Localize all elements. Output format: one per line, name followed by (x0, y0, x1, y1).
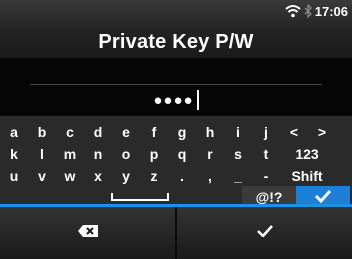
key-l[interactable]: l (28, 143, 56, 165)
key-y[interactable]: y (112, 165, 140, 187)
backspace-button[interactable] (0, 207, 175, 259)
key-u[interactable]: u (0, 165, 28, 187)
key-t[interactable]: t (252, 143, 280, 165)
key-g[interactable]: g (168, 121, 196, 143)
key-period[interactable]: . (168, 165, 196, 187)
field-divider (30, 84, 322, 85)
key-r[interactable]: r (196, 143, 224, 165)
key-q[interactable]: q (168, 143, 196, 165)
key-j[interactable]: j (252, 121, 280, 143)
key-n[interactable]: n (84, 143, 112, 165)
checkmark-icon (314, 189, 332, 206)
bluetooth-icon (304, 4, 312, 18)
key-comma[interactable]: , (196, 165, 224, 187)
key-z[interactable]: z (140, 165, 168, 187)
key-w[interactable]: w (56, 165, 84, 187)
backspace-icon (77, 224, 99, 243)
space-bar-icon (111, 189, 169, 205)
key-o[interactable]: o (112, 143, 140, 165)
shift-key[interactable]: Shift (280, 165, 334, 187)
confirm-button[interactable] (177, 207, 352, 259)
key-m[interactable]: m (56, 143, 84, 165)
status-bar: 17:06 (285, 2, 348, 20)
key-s[interactable]: s (224, 143, 252, 165)
header: 17:06 Private Key P/W (0, 0, 352, 58)
key-e[interactable]: e (112, 121, 140, 143)
key-k[interactable]: k (0, 143, 28, 165)
password-value: ●●●● (153, 91, 194, 109)
key-hyphen[interactable]: - (252, 165, 280, 187)
key-v[interactable]: v (28, 165, 56, 187)
text-caret (196, 90, 199, 110)
password-field[interactable]: ●●●● (0, 58, 352, 115)
key-d[interactable]: d (84, 121, 112, 143)
key-i[interactable]: i (224, 121, 252, 143)
key-underscore[interactable]: _ (224, 165, 252, 187)
on-screen-keyboard: a b c d e f g h i j < > k l m n o p q r … (0, 116, 352, 208)
key-p[interactable]: p (140, 143, 168, 165)
key-x[interactable]: x (84, 165, 112, 187)
clock: 17:06 (314, 3, 348, 19)
page-title: Private Key P/W (98, 31, 254, 53)
key-f[interactable]: f (140, 121, 168, 143)
wifi-icon (285, 4, 301, 18)
footer-bar (0, 207, 352, 259)
key-b[interactable]: b (28, 121, 56, 143)
numeric-mode-key[interactable]: 123 (280, 143, 334, 165)
checkmark-icon (256, 224, 273, 242)
key-h[interactable]: h (196, 121, 224, 143)
cursor-left-key[interactable]: < (280, 121, 308, 143)
key-c[interactable]: c (56, 121, 84, 143)
cursor-right-key[interactable]: > (308, 121, 336, 143)
key-a[interactable]: a (0, 121, 28, 143)
